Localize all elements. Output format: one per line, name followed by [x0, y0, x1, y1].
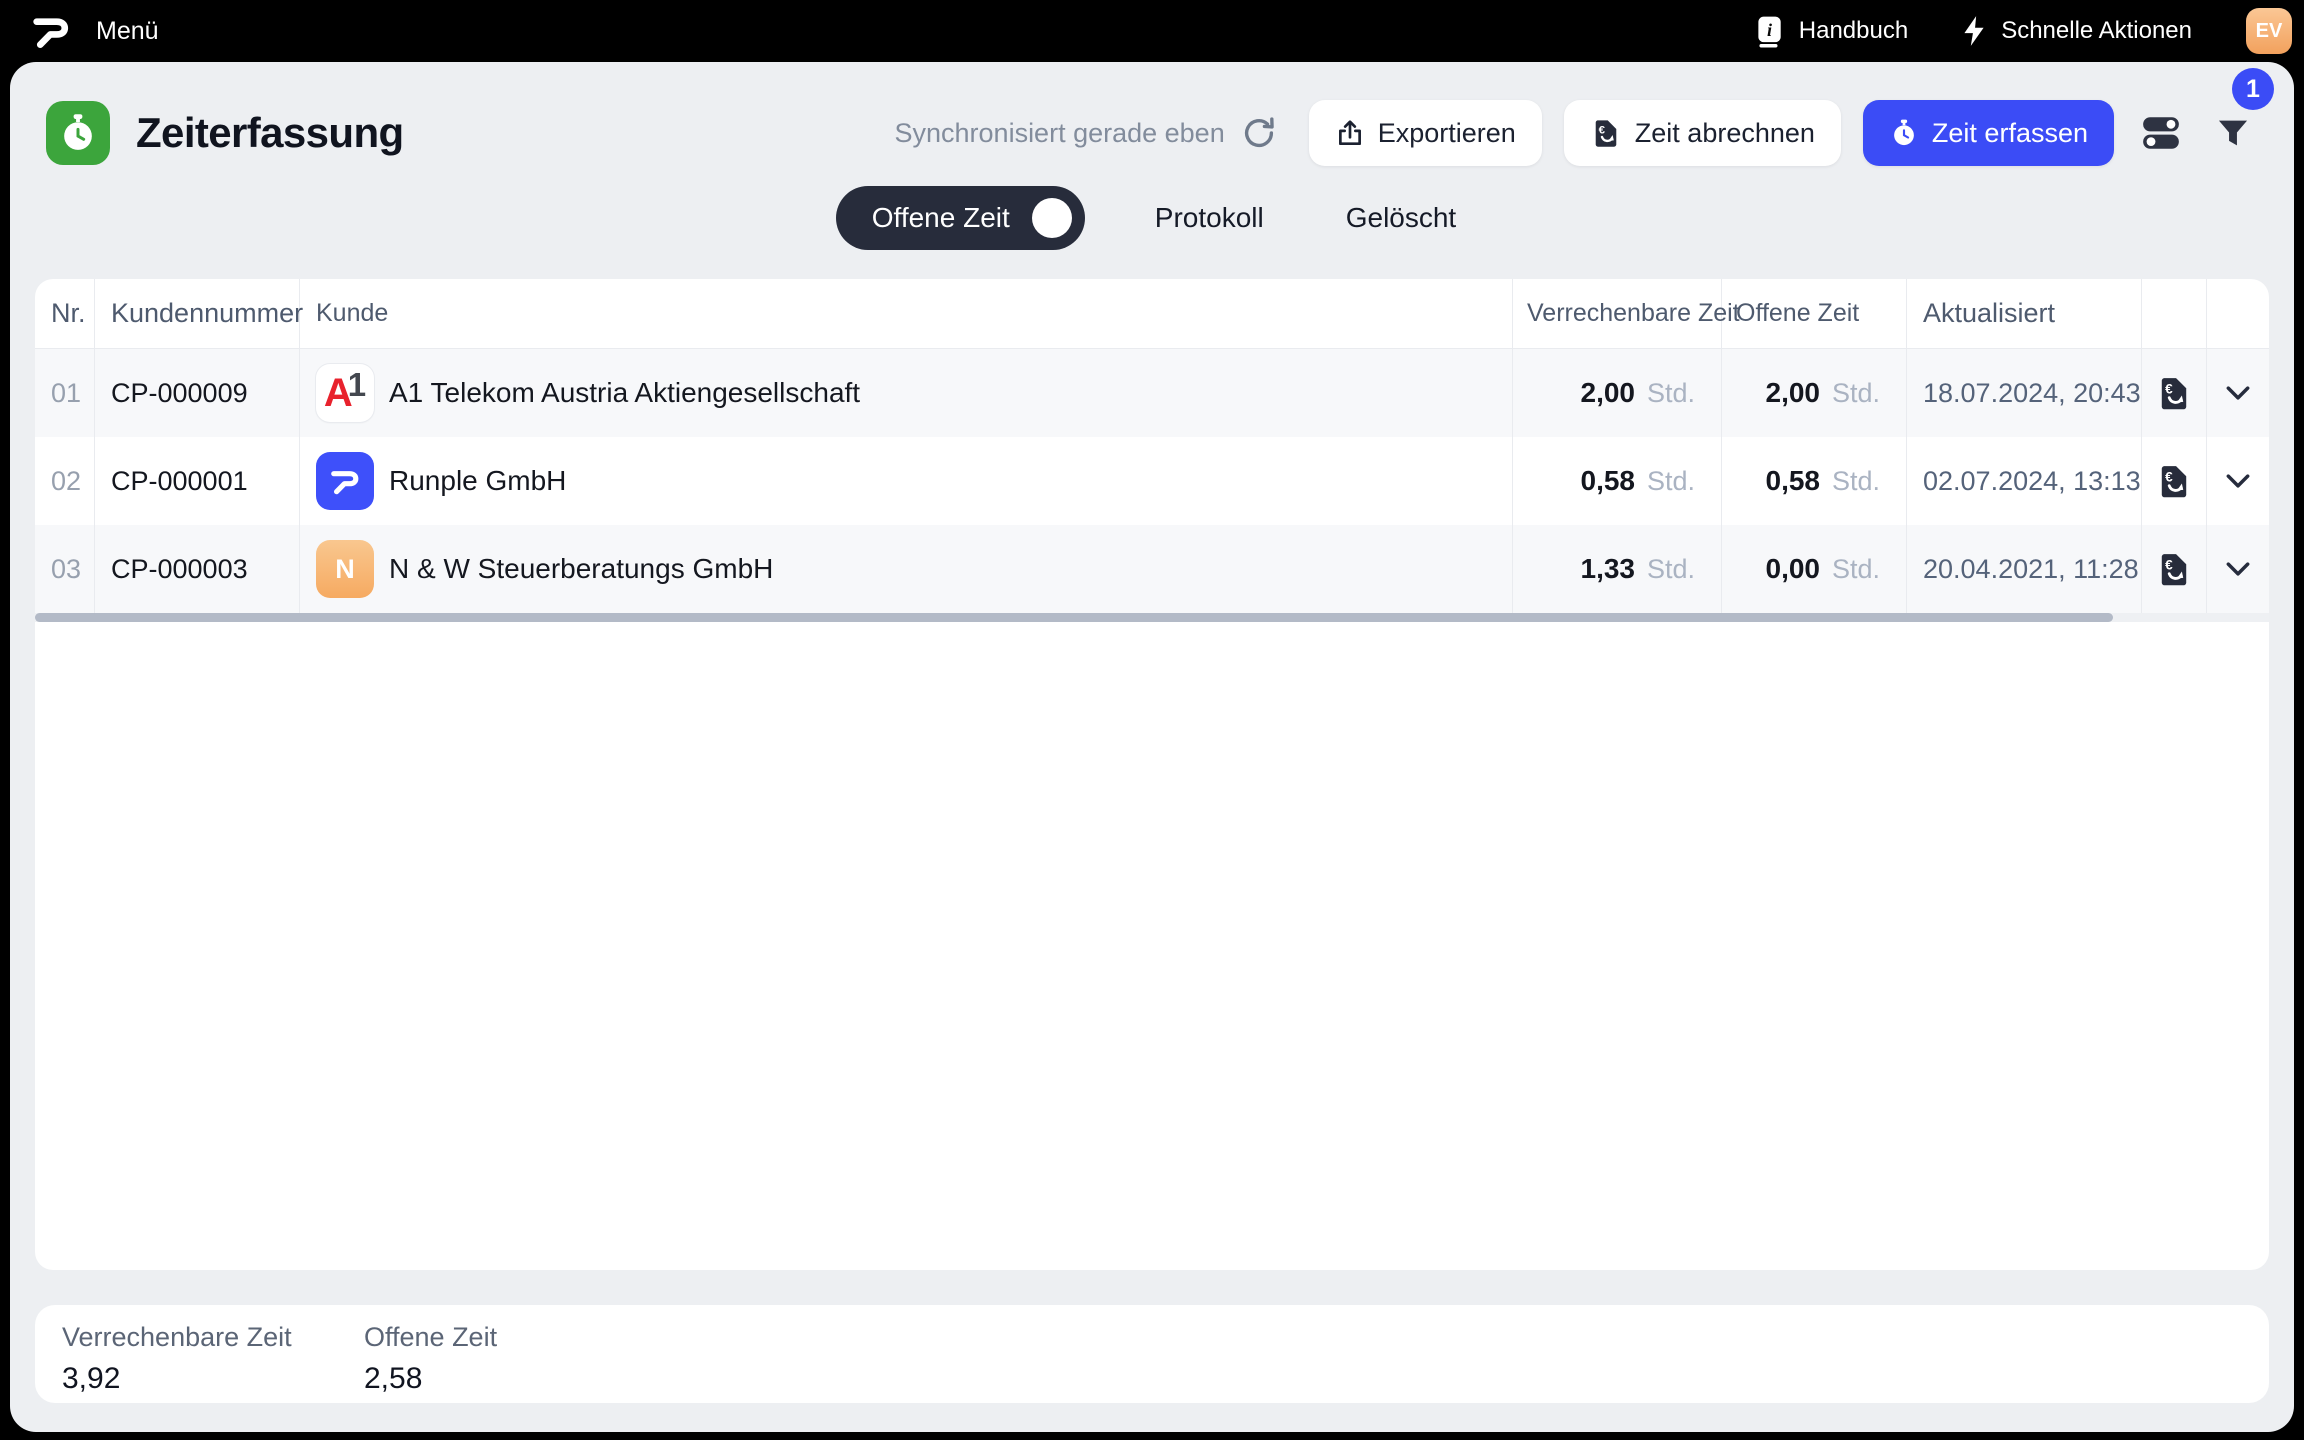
- scrollbar-thumb[interactable]: [35, 613, 2113, 622]
- manual-button[interactable]: i Handbuch: [1752, 14, 1908, 48]
- col-nr: Nr.: [35, 279, 95, 348]
- filter-count-badge: 1: [2232, 68, 2274, 110]
- customer-logo-initial: N: [316, 540, 374, 598]
- book-info-icon: i: [1752, 14, 1786, 48]
- customer-name: Runple GmbH: [389, 465, 566, 497]
- chevron-down-icon: [2226, 386, 2250, 400]
- topbar: Menü i Handbuch Schnelle Aktionen EV: [0, 0, 2304, 62]
- euro-tag-icon: €: [2155, 462, 2193, 500]
- col-verrechenbare-zeit: Verrechenbare Zeit: [1513, 279, 1722, 348]
- funnel-icon: [2215, 115, 2251, 151]
- euro-tag-icon: €: [2155, 550, 2193, 588]
- tab-offene-zeit[interactable]: Offene Zeit: [836, 186, 1085, 250]
- tab-active-knob: [1032, 198, 1072, 238]
- page-title: Zeiterfassung: [136, 109, 404, 157]
- lightning-icon: [1960, 15, 1988, 47]
- col-aktualisiert: Aktualisiert: [1907, 279, 2142, 348]
- col-actions: [2142, 279, 2207, 348]
- share-up-icon: [1335, 118, 1365, 148]
- table-row[interactable]: 01 CP-000009 A1 A1 Telekom Austria Aktie…: [35, 349, 2269, 437]
- customer-name: N & W Steuerberatungs GmbH: [389, 553, 773, 585]
- col-expand: [2207, 279, 2269, 348]
- filter-button[interactable]: 1: [2208, 108, 2258, 158]
- svg-text:€: €: [2165, 382, 2173, 397]
- tab-geloescht[interactable]: Gelöscht: [1334, 202, 1469, 234]
- row-bill-action[interactable]: €: [2142, 525, 2207, 613]
- svg-text:€: €: [2165, 558, 2173, 573]
- refresh-icon[interactable]: [1241, 115, 1277, 151]
- sync-status: Synchronisiert gerade eben: [895, 115, 1277, 151]
- track-time-button[interactable]: Zeit erfassen: [1863, 100, 2114, 166]
- tabs: Offene Zeit Protokoll Gelöscht: [10, 186, 2294, 250]
- col-kunde: Kunde: [300, 279, 1513, 348]
- table-row[interactable]: 03 CP-000003 N N & W Steuerberatungs Gmb…: [35, 525, 2269, 613]
- col-kundennummer: Kundennummer: [95, 279, 300, 348]
- export-button[interactable]: Exportieren: [1309, 100, 1542, 166]
- euro-tag-icon: €: [2155, 374, 2193, 412]
- zeiterfassung-card: Zeiterfassung Synchronisiert gerade eben: [10, 62, 2294, 1432]
- horizontal-scrollbar[interactable]: [35, 613, 2269, 622]
- customer-name: A1 Telekom Austria Aktiengesellschaft: [389, 377, 860, 409]
- row-bill-action[interactable]: €: [2142, 437, 2207, 525]
- row-bill-action[interactable]: €: [2142, 349, 2207, 437]
- view-toggles-button[interactable]: [2136, 108, 2186, 158]
- total-open: Offene Zeit 2,58: [364, 1322, 666, 1403]
- svg-text:€: €: [1598, 125, 1605, 137]
- stopwatch-icon: [1889, 118, 1919, 148]
- table-row[interactable]: 02 CP-000001 Runple GmbH 0,58Std. 0,58St…: [35, 437, 2269, 525]
- row-expand-button[interactable]: [2207, 525, 2269, 613]
- col-offene-zeit: Offene Zeit: [1722, 279, 1907, 348]
- row-expand-button[interactable]: [2207, 349, 2269, 437]
- bill-time-button[interactable]: € Zeit abrechnen: [1564, 100, 1841, 166]
- runple-logo-icon[interactable]: [28, 8, 74, 54]
- menu-button[interactable]: Menü: [96, 17, 159, 46]
- svg-text:i: i: [1767, 20, 1772, 40]
- avatar[interactable]: EV: [2246, 8, 2292, 54]
- time-table-panel: Nr. Kundennummer Kunde Verrechenbare Zei…: [35, 279, 2269, 1270]
- table-header: Nr. Kundennummer Kunde Verrechenbare Zei…: [35, 279, 2269, 349]
- card-header: Zeiterfassung Synchronisiert gerade eben: [10, 62, 2294, 166]
- customer-logo-a1: A1: [316, 364, 374, 422]
- toggles-icon: [2140, 115, 2182, 151]
- row-expand-button[interactable]: [2207, 437, 2269, 525]
- quick-actions-button[interactable]: Schnelle Aktionen: [1960, 15, 2192, 47]
- stopwatch-app-icon: [46, 101, 110, 165]
- total-billable: Verrechenbare Zeit 3,92: [62, 1322, 364, 1403]
- chevron-down-icon: [2226, 474, 2250, 488]
- svg-text:€: €: [2165, 470, 2173, 485]
- chevron-down-icon: [2226, 562, 2250, 576]
- customer-logo-runple: [316, 452, 374, 510]
- tab-protokoll[interactable]: Protokoll: [1143, 202, 1276, 234]
- totals-bar: Verrechenbare Zeit 3,92 Offene Zeit 2,58: [35, 1305, 2269, 1403]
- euro-tag-icon: €: [1590, 117, 1622, 149]
